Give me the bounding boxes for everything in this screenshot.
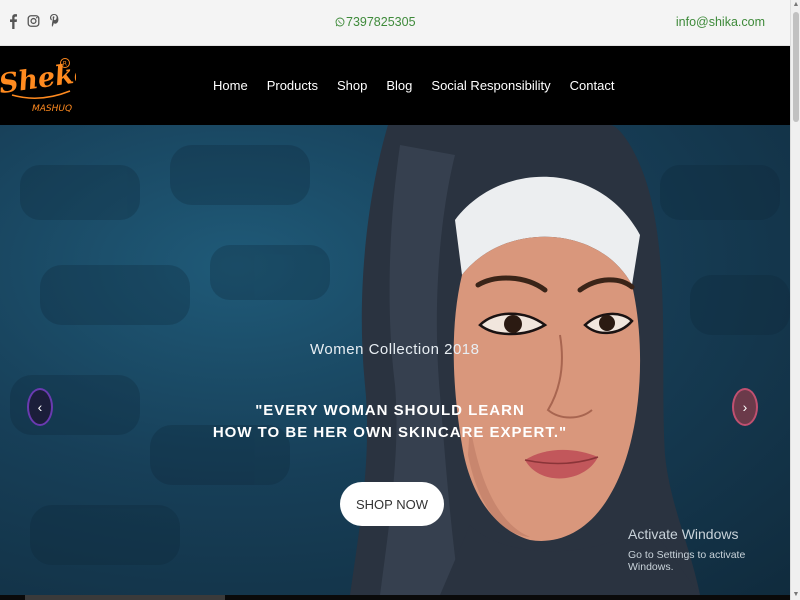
horizontal-scroll-thumb[interactable] [25,595,225,600]
nav-item-blog[interactable]: Blog [386,78,412,93]
nav-item-contact[interactable]: Contact [570,78,615,93]
nav-item-home[interactable]: Home [213,78,248,93]
hero-slider: Women Collection 2018 "EVERY WOMAN SHOUL… [0,125,790,595]
activate-subtitle: Go to Settings to activate Windows. [628,549,746,573]
registered-mark: R [63,61,67,68]
chevron-left-icon: ‹ [37,399,43,415]
hero-quote-line-1: "EVERY WOMAN SHOULD LEARN [255,402,525,419]
whatsapp-icon [335,17,345,27]
hero-kicker: Women Collection 2018 [310,341,480,358]
nav-item-products[interactable]: Products [267,78,318,93]
nav-item-shop[interactable]: Shop [337,78,367,93]
activate-title: Activate Windows [628,526,739,542]
pinterest-icon[interactable] [49,13,59,29]
email-link[interactable]: info@shika.com [676,15,765,29]
brand-logo[interactable]: Sheka MASHUQ R [0,51,76,121]
facebook-icon[interactable] [8,13,18,29]
main-navbar: Sheka MASHUQ R Home Products Shop Blog S… [0,46,790,125]
hero-caption: Women Collection 2018 "EVERY WOMAN SHOUL… [0,125,790,595]
nav-item-social-responsibility[interactable]: Social Responsibility [431,78,550,93]
phone-contact[interactable]: 7397825305 [335,15,416,29]
scroll-down-icon[interactable]: ▼ [792,591,800,599]
social-links [8,13,59,29]
chevron-right-icon: › [742,399,748,415]
vertical-scrollbar[interactable]: ▲ ▼ [790,0,800,600]
activate-windows-watermark: Activate Windows Go to Settings to activ… [628,526,790,573]
nav-menu: Home Products Shop Blog Social Responsib… [213,78,614,93]
hero-quote: "EVERY WOMAN SHOULD LEARN HOW TO BE HER … [200,400,580,444]
brand-tagline: MASHUQ [32,104,72,114]
bottom-strip [0,595,790,600]
instagram-icon[interactable] [27,13,40,29]
phone-number: 7397825305 [346,15,416,29]
slider-prev-button[interactable]: ‹ [27,388,53,426]
slider-next-button[interactable]: › [732,388,758,426]
hero-quote-line-2: HOW TO BE HER OWN SKINCARE EXPERT." [212,424,568,441]
scroll-thumb[interactable] [793,12,799,122]
shop-now-button[interactable]: SHOP NOW [340,482,444,526]
scroll-up-icon[interactable]: ▲ [792,1,800,9]
top-info-bar: 7397825305 info@shika.com [0,0,790,46]
